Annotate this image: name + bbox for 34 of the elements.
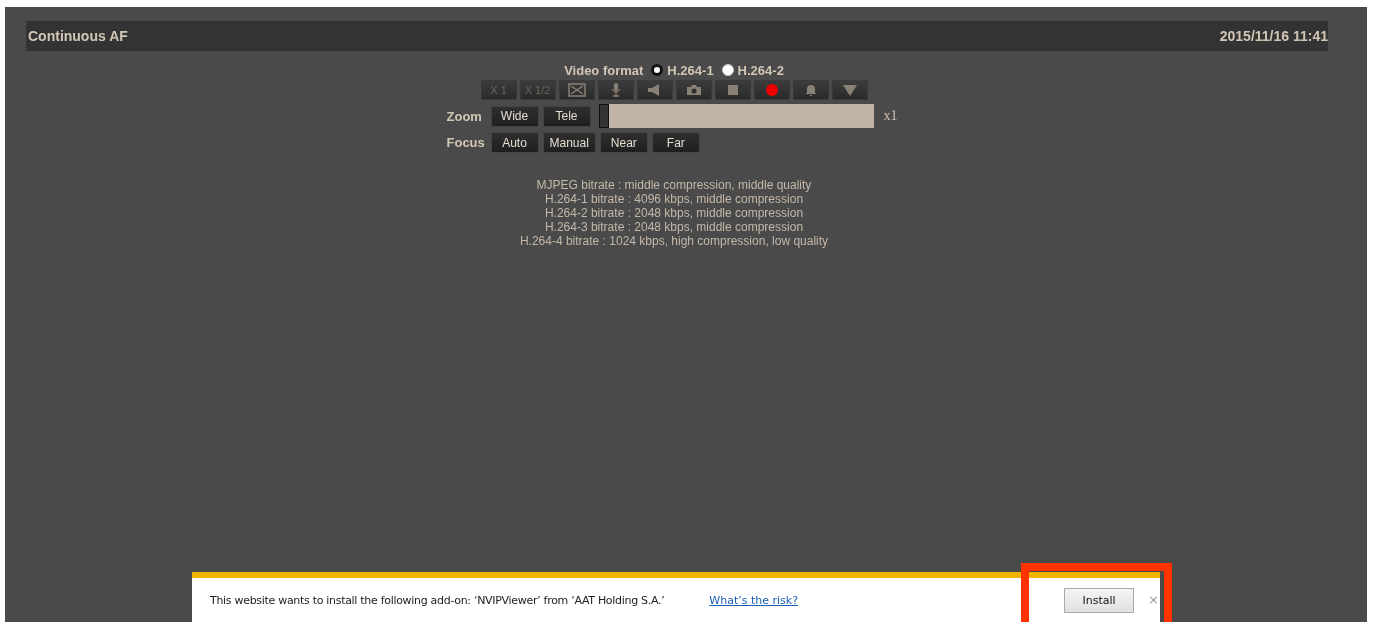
bitrate-line: H.264-4 bitrate : 1024 kbps, high compression, low quality	[519, 234, 829, 248]
bitrate-line: H.264-2 bitrate : 2048 kbps, middle compression	[544, 206, 804, 220]
datetime: 2015/11/16 11:41	[1219, 28, 1328, 44]
focus-label: Focus	[446, 135, 486, 150]
toolbar-button[interactable]	[831, 80, 868, 100]
radio-button[interactable]	[651, 64, 664, 76]
toolbar-button[interactable]	[636, 80, 673, 100]
video-format-label: Video format	[564, 62, 644, 78]
risk-link[interactable]: What’s the risk?	[709, 593, 799, 607]
zoom-button[interactable]: Tele	[542, 105, 591, 127]
install-button[interactable]: Install	[1064, 588, 1134, 613]
zoom-reading: x1	[883, 108, 898, 124]
zoom-label: Zoom	[446, 108, 483, 124]
focus-button[interactable]: Far	[651, 132, 700, 153]
radio-label[interactable]: H.264-2	[737, 62, 784, 78]
toolbar-button[interactable]	[714, 80, 751, 100]
radio-label[interactable]: H.264-1	[667, 62, 714, 78]
focus-button[interactable]: Manual	[542, 132, 596, 153]
toolbar-button[interactable]	[792, 80, 829, 100]
toolbar-button[interactable]	[558, 80, 595, 100]
bitrate-line: MJPEG bitrate : middle compression, middle quality	[536, 178, 812, 192]
fullscreen-icon	[566, 83, 587, 97]
toolbar-button[interactable]	[597, 80, 634, 100]
focus-button[interactable]: Auto	[490, 132, 539, 153]
focus-button[interactable]: Near	[599, 132, 648, 153]
bitrate-line: H.264-1 bitrate : 4096 kbps, middle compression	[544, 192, 804, 206]
zoom-slider[interactable]	[598, 104, 874, 128]
mode-title: Continuous AF	[28, 28, 128, 44]
bitrate-line: H.264-3 bitrate : 2048 kbps, middle compression	[544, 220, 804, 234]
notification-message: This website wants to install the following add-on: ‘NVIPViewer’ from ‘AAT Holding S.A.’	[210, 593, 665, 607]
toolbar-button[interactable]	[753, 80, 790, 100]
slider-thumb[interactable]	[598, 104, 609, 128]
toolbar-button[interactable]	[675, 80, 712, 100]
zoom-button[interactable]: Wide	[490, 105, 539, 127]
